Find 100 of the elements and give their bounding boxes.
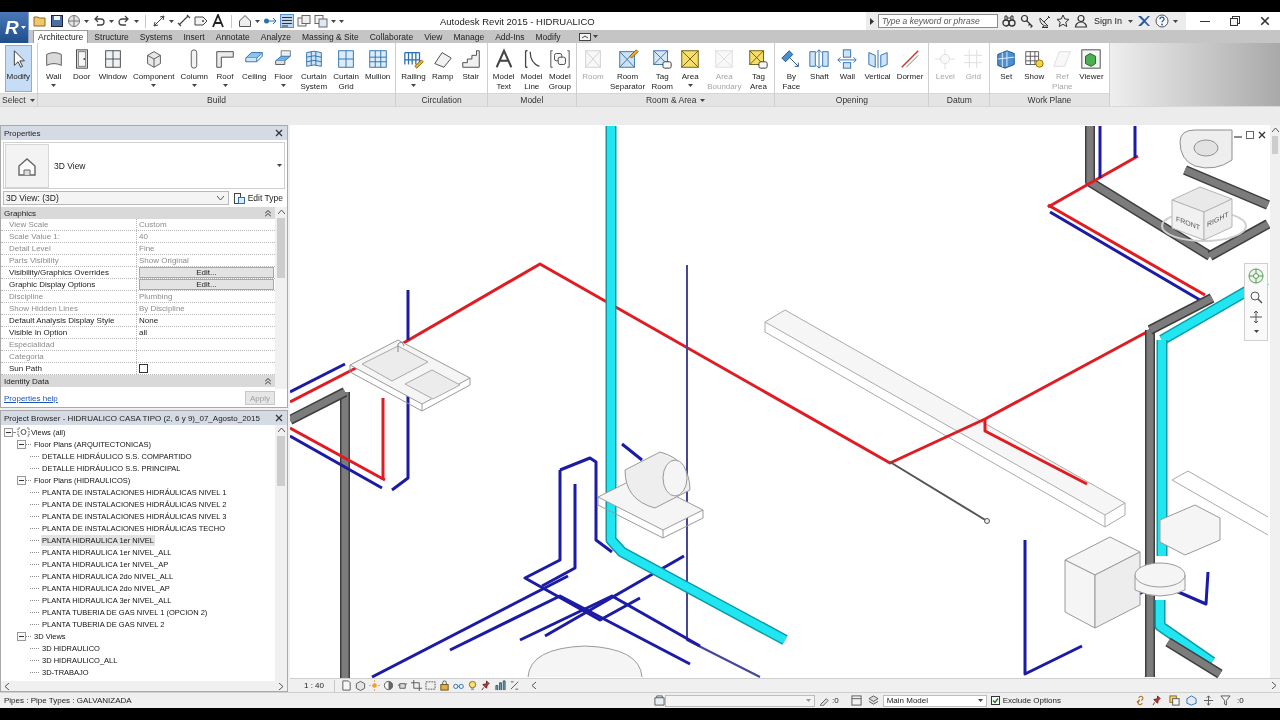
- ribbon-toggle-icon[interactable]: [578, 32, 591, 41]
- caret-icon[interactable]: [687, 83, 693, 87]
- shadow-icon[interactable]: [383, 680, 394, 691]
- property-value[interactable]: None: [139, 315, 159, 326]
- caret-icon[interactable]: [977, 699, 983, 702]
- pan-icon[interactable]: [1249, 310, 1263, 324]
- ribbon-button[interactable]: Door: [68, 45, 95, 92]
- expand-arrow-icon[interactable]: [869, 17, 874, 25]
- close-icon[interactable]: [275, 129, 283, 137]
- ribbon-button[interactable]: Floor: [270, 45, 297, 92]
- caret-icon[interactable]: [1173, 19, 1178, 23]
- ribbon-tab[interactable]: Annotate: [210, 30, 255, 43]
- ribbon-tab[interactable]: Modify: [530, 30, 566, 43]
- caret-icon[interactable]: [169, 19, 174, 23]
- close-icon[interactable]: [275, 414, 283, 422]
- window-frame-icon[interactable]: [850, 695, 862, 706]
- scroll-left-icon[interactable]: [532, 682, 536, 689]
- panel-menu-button[interactable]: Select: [0, 95, 37, 105]
- folder-open-icon[interactable]: [33, 14, 47, 28]
- view-scale[interactable]: 1 : 40: [290, 679, 335, 692]
- collapse-icon[interactable]: [17, 631, 26, 641]
- close-windows-icon[interactable]: [297, 14, 311, 28]
- restore-icon[interactable]: [1246, 131, 1254, 139]
- ribbon-button[interactable]: Component: [131, 45, 177, 92]
- caret-icon[interactable]: [134, 19, 139, 23]
- property-group-header[interactable]: Identity Data: [1, 375, 275, 387]
- caret-icon[interactable]: [592, 35, 598, 38]
- filter-icon[interactable]: [1219, 695, 1231, 706]
- measure-icon[interactable]: [152, 14, 166, 28]
- pin-icon[interactable]: [1151, 695, 1163, 706]
- ribbon-button[interactable]: Ramp: [429, 45, 456, 92]
- scroll-up-icon[interactable]: [277, 210, 285, 214]
- ribbon-button[interactable]: Model Text: [490, 45, 517, 92]
- design-option-dropdown[interactable]: Main Model: [882, 694, 987, 707]
- help-link[interactable]: Properties help: [4, 393, 58, 403]
- vertical-scrollbar[interactable]: [275, 207, 287, 389]
- help-icon[interactable]: [1155, 14, 1169, 28]
- dashed-frame-icon[interactable]: [425, 680, 436, 691]
- horizontal-scrollbar[interactable]: [1, 681, 287, 691]
- ribbon-button[interactable]: Curtain System: [298, 45, 330, 92]
- ribbon-button[interactable]: Window: [96, 45, 130, 92]
- caret-icon[interactable]: [51, 83, 57, 87]
- caret-icon[interactable]: [84, 19, 89, 23]
- scrollbar-thumb[interactable]: [277, 218, 285, 278]
- caret-icon[interactable]: [255, 19, 260, 23]
- ribbon-button[interactable]: Stair: [457, 45, 484, 92]
- ribbon-tab[interactable]: Systems: [134, 30, 178, 43]
- dimension-icon[interactable]: [177, 14, 191, 28]
- scroll-left-icon[interactable]: [5, 682, 9, 690]
- search-field[interactable]: Type a keyword or phrase: [877, 14, 998, 28]
- sign-in-button[interactable]: Sign In: [1091, 16, 1124, 26]
- vertical-scrollbar[interactable]: [275, 425, 287, 681]
- ribbon-button[interactable]: Railing: [399, 45, 428, 92]
- ribbon-button[interactable]: Vertical: [862, 45, 893, 92]
- caret-icon[interactable]: [109, 19, 114, 23]
- checkbox[interactable]: [139, 364, 148, 373]
- collapse-icon[interactable]: [4, 427, 13, 437]
- collapse-icon[interactable]: [17, 475, 26, 485]
- teapot-icon[interactable]: [397, 680, 408, 691]
- steering-wheel-icon[interactable]: [1248, 268, 1264, 284]
- letter-a-icon[interactable]: [211, 14, 225, 28]
- caret-icon[interactable]: [411, 83, 417, 87]
- stacked-squares-icon[interactable]: [1168, 695, 1180, 706]
- ribbon-button[interactable]: Dormer: [894, 45, 926, 92]
- caret-icon[interactable]: [700, 98, 706, 102]
- close-icon[interactable]: [1260, 16, 1270, 26]
- edit-button[interactable]: Edit...: [139, 279, 274, 290]
- hexagon-icon[interactable]: [1185, 695, 1197, 706]
- caret-icon[interactable]: [281, 83, 286, 87]
- ribbon-button[interactable]: Mullion: [362, 45, 393, 92]
- caret-icon[interactable]: [1253, 330, 1259, 333]
- maximize-icon[interactable]: [1230, 16, 1240, 26]
- key-icon[interactable]: [1019, 14, 1034, 28]
- ribbon-button[interactable]: Show: [1021, 45, 1048, 92]
- binoculars-icon[interactable]: [1001, 14, 1016, 28]
- ribbon-button[interactable]: Set: [993, 45, 1020, 92]
- ribbon-button[interactable]: By Face: [778, 45, 805, 92]
- exclude-options-toggle[interactable]: Exclude Options: [990, 696, 1061, 705]
- pin-icon[interactable]: [481, 680, 492, 691]
- house-icon[interactable]: [238, 14, 252, 28]
- tag-icon[interactable]: [194, 14, 208, 28]
- ribbon-button[interactable]: Room Separator: [608, 45, 648, 92]
- satellite-dish-icon[interactable]: [1037, 14, 1052, 28]
- ribbon-button[interactable]: Curtain Grid: [331, 45, 361, 92]
- ribbon-tab[interactable]: Structure: [89, 30, 134, 43]
- instance-dropdown[interactable]: 3D View: (3D): [3, 191, 229, 205]
- scroll-right-icon[interactable]: [279, 682, 283, 690]
- ribbon-button[interactable]: Ceiling: [240, 45, 269, 92]
- x-logo-icon[interactable]: [1137, 14, 1151, 28]
- globe-icon[interactable]: [67, 14, 81, 28]
- caret-icon[interactable]: [191, 83, 197, 87]
- property-group-header[interactable]: Graphics: [1, 207, 275, 219]
- ribbon-tab[interactable]: Add-Ins: [490, 30, 530, 43]
- caret-icon[interactable]: [1128, 19, 1133, 23]
- caret-icon[interactable]: [277, 164, 282, 167]
- scroll-up-icon[interactable]: [1271, 128, 1279, 132]
- ribbon-tab[interactable]: View: [419, 30, 448, 43]
- application-menu-button[interactable]: R: [0, 12, 29, 43]
- scrollbar-thumb[interactable]: [277, 436, 285, 486]
- briefcase-icon[interactable]: [654, 695, 665, 706]
